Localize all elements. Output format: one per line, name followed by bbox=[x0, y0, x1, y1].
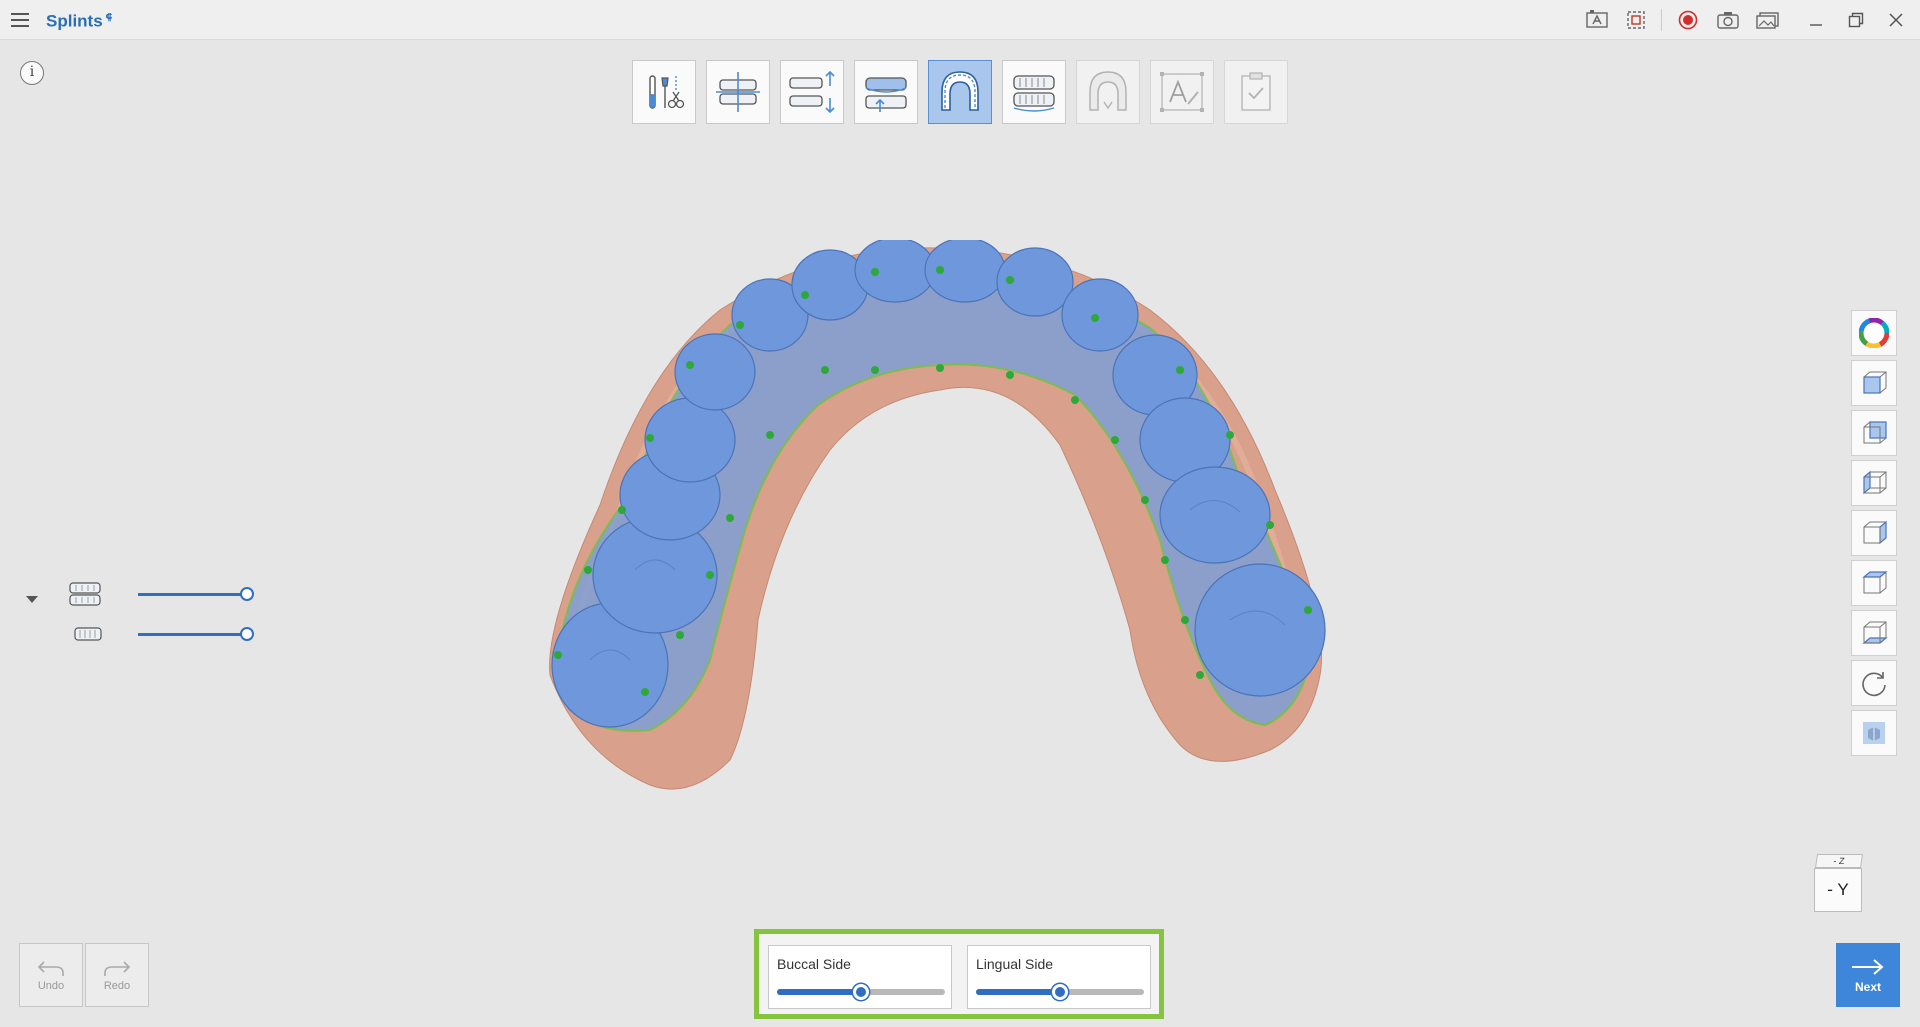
step-toolbar bbox=[632, 60, 1298, 124]
buccal-side-fill bbox=[777, 989, 861, 995]
check-clipboard-icon bbox=[1241, 72, 1271, 111]
lingual-side-fill bbox=[976, 989, 1060, 995]
top-view-button[interactable] bbox=[1851, 560, 1897, 606]
occlusion-step[interactable] bbox=[1002, 60, 1066, 124]
record-icon[interactable] bbox=[1674, 6, 1702, 34]
tools-step[interactable] bbox=[632, 60, 696, 124]
camera-icon[interactable] bbox=[1714, 6, 1742, 34]
redo-label: Redo bbox=[103, 980, 131, 992]
buccal-side-handle[interactable] bbox=[853, 984, 869, 1000]
info-button[interactable]: i bbox=[20, 61, 44, 85]
front-view-icon bbox=[1863, 371, 1887, 394]
bottom-view-icon bbox=[1862, 621, 1888, 644]
title-bar: Splints ⸿ bbox=[0, 0, 1920, 40]
collapse-caret-icon[interactable] bbox=[26, 596, 38, 603]
upper-jaw-opacity-slider[interactable] bbox=[138, 593, 246, 596]
tools-icon bbox=[649, 75, 685, 109]
app-title-text: Splints bbox=[46, 11, 103, 31]
bottom-view-button[interactable] bbox=[1851, 610, 1897, 656]
upper-jaw-slider-handle[interactable] bbox=[240, 587, 254, 601]
lower-jaw-opacity-slider[interactable] bbox=[138, 633, 246, 636]
lingual-side-handle[interactable] bbox=[1052, 984, 1068, 1000]
orientation-cube[interactable]: - Z - Y bbox=[1812, 852, 1868, 918]
annotate-icon[interactable] bbox=[1583, 6, 1611, 34]
splint-shape-icon bbox=[1089, 71, 1127, 111]
lower-jaw-icon[interactable] bbox=[72, 620, 106, 648]
gallery-icon[interactable] bbox=[1754, 6, 1782, 34]
app-title: Splints ⸿ bbox=[46, 10, 112, 32]
visibility-panel bbox=[22, 580, 254, 660]
right-view-icon bbox=[1863, 520, 1887, 545]
redo-icon bbox=[104, 961, 131, 976]
back-view-icon bbox=[1863, 421, 1887, 444]
color-wheel-button[interactable] bbox=[1851, 310, 1897, 356]
solid-view-button[interactable] bbox=[1851, 710, 1897, 756]
orientation-front-face: - Y bbox=[1814, 868, 1862, 912]
solid-view-icon bbox=[1863, 722, 1885, 744]
finish-step[interactable] bbox=[1224, 60, 1288, 124]
lingual-side-control: Lingual Side bbox=[967, 945, 1151, 1009]
back-view-button[interactable] bbox=[1851, 410, 1897, 456]
vertical-adjust-step[interactable] bbox=[780, 60, 844, 124]
insertion-step[interactable] bbox=[854, 60, 918, 124]
minimize-icon[interactable] bbox=[1802, 6, 1830, 34]
restore-icon[interactable] bbox=[1842, 6, 1870, 34]
bite-align-icon bbox=[716, 72, 760, 112]
reset-rotate-icon bbox=[1862, 672, 1886, 697]
bite-align-step[interactable] bbox=[706, 60, 770, 124]
lingual-side-slider[interactable] bbox=[976, 984, 1144, 1000]
lingual-side-label: Lingual Side bbox=[976, 956, 1054, 972]
undo-button[interactable]: Undo bbox=[19, 943, 83, 1007]
lower-jaw-row bbox=[68, 620, 254, 648]
buccal-side-label: Buccal Side bbox=[777, 956, 851, 972]
text-label-step[interactable] bbox=[1150, 60, 1214, 124]
undo-icon bbox=[37, 961, 64, 976]
color-wheel-icon bbox=[1859, 318, 1889, 348]
buccal-side-slider[interactable] bbox=[777, 984, 945, 1000]
front-view-button[interactable] bbox=[1851, 360, 1897, 406]
next-button[interactable]: Next bbox=[1836, 943, 1900, 1007]
undo-label: Undo bbox=[37, 980, 65, 992]
next-label: Next bbox=[1854, 979, 1881, 994]
arch-outline-icon bbox=[941, 71, 979, 111]
lower-jaw-slider-handle[interactable] bbox=[240, 627, 254, 641]
insertion-icon bbox=[865, 77, 907, 112]
app-title-badge: ⸿ bbox=[105, 12, 113, 22]
right-view-button[interactable] bbox=[1851, 510, 1897, 556]
reset-rotate-button[interactable] bbox=[1851, 660, 1897, 706]
vertical-adjust-icon bbox=[789, 70, 835, 114]
occlusion-icon bbox=[1013, 75, 1055, 112]
view-panel bbox=[1851, 310, 1899, 760]
upper-jaw-icon[interactable] bbox=[68, 580, 102, 608]
dental-arch-model[interactable] bbox=[540, 240, 1360, 800]
orientation-top-face: - Z bbox=[1815, 854, 1863, 868]
text-edit-icon bbox=[1160, 72, 1204, 112]
splint-design-step[interactable] bbox=[1076, 60, 1140, 124]
close-icon[interactable] bbox=[1882, 6, 1910, 34]
margin-line-step[interactable] bbox=[928, 60, 992, 124]
menu-icon[interactable] bbox=[8, 8, 32, 32]
capture-region-icon[interactable] bbox=[1623, 6, 1651, 34]
upper-jaw-row bbox=[68, 580, 254, 608]
redo-button[interactable]: Redo bbox=[85, 943, 149, 1007]
left-view-icon bbox=[1863, 470, 1887, 495]
side-offset-panel: Buccal Side Lingual Side bbox=[754, 929, 1164, 1019]
left-view-button[interactable] bbox=[1851, 460, 1897, 506]
arrow-right-icon bbox=[1852, 958, 1884, 975]
buccal-side-control: Buccal Side bbox=[768, 945, 952, 1009]
top-view-icon bbox=[1862, 571, 1888, 594]
